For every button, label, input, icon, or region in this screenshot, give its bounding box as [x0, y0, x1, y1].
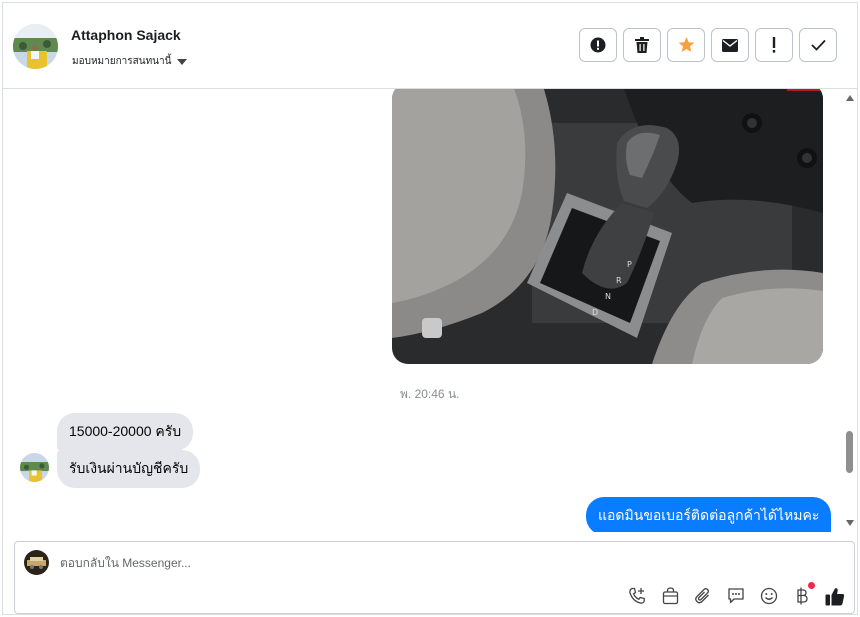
like-button[interactable]	[825, 586, 845, 606]
caret-down-icon	[177, 58, 188, 65]
assign-label: มอบหมายการสนทนานี้	[72, 56, 172, 67]
attach-button[interactable]	[693, 586, 713, 606]
alert-circle-icon	[590, 37, 606, 53]
incoming-message[interactable]: รับเงินผ่านบัญชีครับ	[57, 450, 201, 488]
payment-button[interactable]	[792, 582, 815, 606]
mark-unread-button[interactable]	[711, 28, 749, 62]
mark-done-button[interactable]	[799, 28, 837, 62]
check-icon	[810, 39, 826, 51]
notification-dot	[808, 582, 815, 589]
message-thread[interactable]: D N R P พ. 20:46 น. 15000-20000 ครับ รับ…	[3, 89, 848, 532]
emoji-icon	[760, 587, 778, 605]
delete-button[interactable]	[623, 28, 661, 62]
reply-input[interactable]	[60, 556, 560, 570]
outgoing-message[interactable]: แอดมินขอเบอร์ติดต่อลูกค้าได้ไหมคะ	[586, 497, 832, 532]
shared-photo-car-gear-shift[interactable]: D N R P	[392, 89, 823, 364]
saved-reply-button[interactable]	[726, 586, 746, 606]
incoming-message[interactable]: 15000-20000 ครับ	[57, 413, 194, 451]
contact-avatar[interactable]	[13, 24, 58, 69]
report-spam-button[interactable]	[579, 28, 617, 62]
composer-tools	[627, 582, 845, 606]
baht-payment-icon	[795, 587, 809, 605]
scrollbar-thumb[interactable]	[846, 431, 853, 473]
contact-name[interactable]: Attaphon Sajack	[71, 27, 181, 43]
scroll-up-arrow-icon[interactable]	[846, 95, 854, 101]
star-icon	[678, 37, 695, 53]
star-button[interactable]	[667, 28, 705, 62]
emoji-button[interactable]	[759, 586, 779, 606]
thread-scrollbar[interactable]	[843, 89, 857, 532]
trash-icon	[635, 37, 649, 53]
shop-bag-icon	[662, 587, 679, 605]
page-avatar	[24, 550, 49, 575]
conversation-actions	[579, 28, 837, 62]
exclamation-icon	[772, 37, 776, 53]
svg-text:R: R	[616, 276, 622, 285]
call-button[interactable]	[627, 586, 647, 606]
follow-up-button[interactable]	[755, 28, 793, 62]
like-icon	[825, 587, 845, 606]
sender-avatar[interactable]	[20, 453, 49, 482]
svg-text:N: N	[605, 292, 611, 301]
envelope-icon	[722, 38, 738, 52]
scroll-down-arrow-icon[interactable]	[846, 520, 854, 526]
saved-reply-icon	[727, 587, 745, 605]
conversation-panel: Attaphon Sajack มอบหมายการสนทนานี้ D N R…	[2, 2, 858, 615]
call-icon	[628, 587, 646, 605]
attachment-icon	[694, 587, 712, 605]
svg-text:D: D	[592, 308, 598, 317]
message-timestamp: พ. 20:46 น.	[400, 387, 460, 401]
conversation-header: Attaphon Sajack มอบหมายการสนทนานี้	[3, 3, 857, 89]
shop-button[interactable]	[660, 586, 680, 606]
reply-composer	[14, 541, 855, 614]
svg-text:P: P	[627, 260, 632, 269]
assign-conversation-dropdown[interactable]: มอบหมายการสนทนานี้	[72, 54, 188, 69]
